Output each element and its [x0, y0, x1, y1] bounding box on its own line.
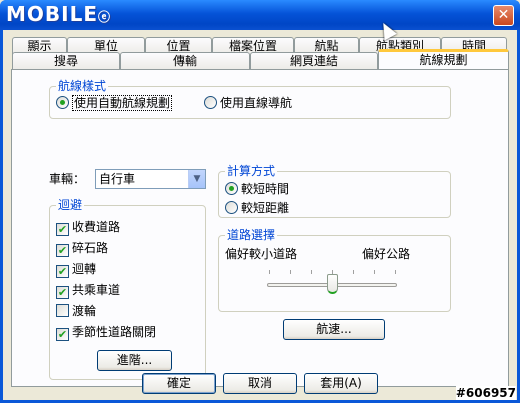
road-selection-title: 道路選擇 [225, 228, 278, 242]
slider-tick [269, 270, 270, 274]
speed-button[interactable]: 航速... [283, 319, 385, 340]
slider-tick [395, 270, 396, 274]
checkbox-toll-roads[interactable]: ✔ 收費道路 [56, 219, 121, 236]
tab-label: 單位 [93, 39, 118, 53]
tab-label: 傳輸 [172, 54, 197, 68]
radio-shorter-time[interactable]: 較短時間 [225, 181, 289, 197]
route-planning-panel: 航線樣式 使用自動航線規劃 使用直線導航 車輛： 自行車 ▼ 迴避 ✔ 收費道路 … [11, 69, 509, 387]
checkbox-carpool-lanes[interactable]: ✔ 共乘車道 [56, 282, 121, 299]
check-icon[interactable]: ✔ [56, 286, 69, 299]
tab-label: 網頁連結 [289, 54, 338, 68]
tab-web-links[interactable]: 網頁連結 [250, 52, 378, 70]
radio-auto-routing-label: 使用自動航線規劃 [72, 95, 173, 111]
avoid-group: 迴避 ✔ 收費道路 ✔ 碎石路 ✔ 迴轉 ✔ 共乘車道 渡輪 ✔ 季節性道路關閉 進階..… [49, 198, 206, 380]
radio-direct-navigation-label: 使用直線導航 [220, 96, 293, 110]
tab-label: 航點 [314, 39, 339, 53]
tab-label: 顯示 [27, 39, 52, 53]
checkbox-label: 迴轉 [72, 262, 97, 276]
radio-label: 較短距離 [241, 201, 290, 215]
apply-button[interactable]: 套用(A) [304, 373, 378, 394]
tab-label: 航線規劃 [419, 53, 468, 67]
prefer-small-roads-label: 偏好較小道路 [225, 247, 298, 261]
avoid-title: 迴避 [56, 198, 85, 212]
ok-button[interactable]: 確定 [142, 373, 216, 394]
radio-direct-navigation[interactable]: 使用直線導航 [204, 95, 292, 111]
tab-label: 檔案位置 [228, 39, 277, 53]
app-logo-text: MOBILE [6, 2, 98, 26]
tab-label: 位置 [166, 39, 191, 53]
dialog-client-area: 顯示 單位 位置 檔案位置 航點 航點類別 時間 搜尋 傳輸 網頁連結 航線規劃… [3, 30, 517, 400]
checkbox-ferries[interactable]: 渡輪 [56, 303, 96, 319]
prefer-highways-label: 偏好公路 [361, 247, 410, 261]
radio-shorter-distance[interactable]: 較短距離 [225, 200, 289, 216]
check-icon[interactable]: ✔ [56, 223, 69, 236]
image-watermark: #606957 [455, 386, 516, 400]
close-button[interactable]: ✕ [493, 5, 514, 26]
tab-transfer[interactable]: 傳輸 [120, 52, 250, 70]
routing-style-title: 航線樣式 [56, 79, 109, 93]
dialog-window: MOBILEⓔ ✕ 顯示 單位 位置 檔案位置 航點 航點類別 時間 搜尋 傳輸… [0, 0, 520, 403]
radio-button-selected[interactable] [56, 96, 69, 109]
check-icon[interactable]: ✔ [56, 265, 69, 278]
chevron-down-icon[interactable]: ▼ [188, 170, 205, 188]
checkbox-empty[interactable] [56, 304, 69, 317]
slider-tick [374, 270, 375, 274]
cancel-button[interactable]: 取消 [223, 373, 297, 394]
app-logo-mark: ⓔ [98, 10, 111, 24]
slider-tick [311, 270, 312, 274]
tab-route-planning[interactable]: 航線規劃 [378, 49, 509, 69]
vehicle-select[interactable]: 自行車 ▼ [95, 169, 206, 189]
slider-tick [290, 270, 291, 274]
checkbox-label: 季節性道路關閉 [72, 325, 157, 339]
advanced-button[interactable]: 進階... [97, 350, 172, 371]
tab-search[interactable]: 搜尋 [12, 52, 120, 70]
road-selection-group: 道路選擇 偏好較小道路 偏好公路 [218, 228, 451, 312]
vehicle-select-value: 自行車 [99, 172, 136, 186]
close-icon: ✕ [497, 7, 510, 23]
tab-label: 搜尋 [53, 54, 78, 68]
radio-label: 較短時間 [241, 182, 290, 196]
radio-button[interactable] [204, 96, 217, 109]
radio-button-selected[interactable] [225, 182, 238, 195]
vehicle-label: 車輛： [49, 172, 86, 186]
title-bar[interactable]: MOBILEⓔ ✕ [0, 0, 520, 30]
checkbox-u-turns[interactable]: ✔ 迴轉 [56, 261, 97, 278]
checkbox-label: 收費道路 [72, 220, 121, 234]
checkbox-label: 渡輪 [72, 304, 97, 318]
app-logo: MOBILEⓔ [6, 3, 110, 25]
radio-auto-routing[interactable]: 使用自動航線規劃 [56, 95, 173, 111]
calculation-method-group: 計算方式 較短時間 較短距離 [218, 164, 451, 218]
checkbox-gravel-roads[interactable]: ✔ 碎石路 [56, 240, 109, 257]
calculation-method-title: 計算方式 [225, 164, 278, 178]
checkbox-label: 共乘車道 [72, 283, 121, 297]
routing-style-group: 航線樣式 使用自動航線規劃 使用直線導航 [49, 79, 451, 119]
radio-button[interactable] [225, 201, 238, 214]
check-icon[interactable]: ✔ [56, 244, 69, 257]
check-icon[interactable]: ✔ [56, 328, 69, 341]
road-preference-slider-thumb[interactable] [327, 274, 338, 294]
checkbox-label: 碎石路 [72, 241, 109, 255]
slider-tick [353, 270, 354, 274]
checkbox-seasonal-closures[interactable]: ✔ 季節性道路關閉 [56, 324, 157, 341]
